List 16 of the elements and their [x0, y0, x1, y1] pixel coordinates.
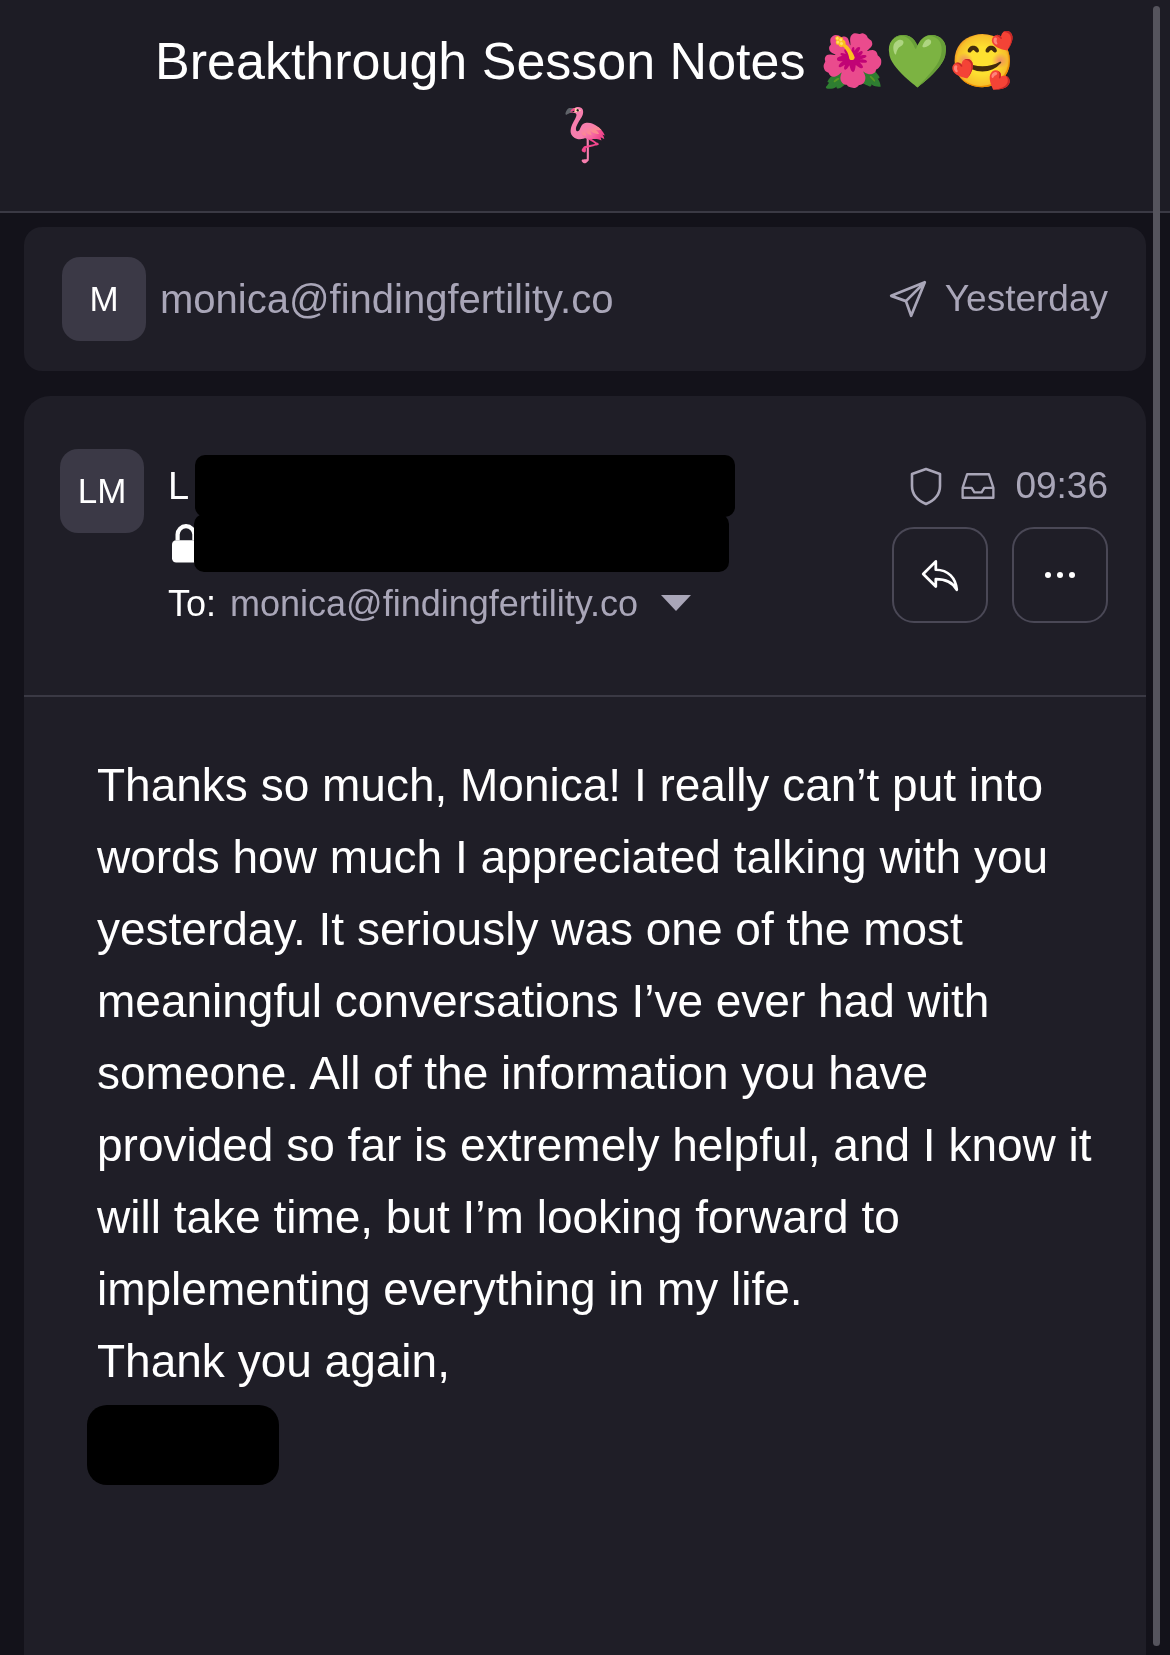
scrollbar[interactable]	[1153, 6, 1160, 1646]
sender-name: L	[168, 464, 190, 508]
time: 09:36	[1015, 465, 1108, 507]
email-subject: Breakthrough Sesson Notes 🌺💚🥰 🦩	[154, 30, 1016, 166]
reply-button[interactable]	[892, 527, 988, 623]
avatar: LM	[60, 449, 144, 533]
caret-icon[interactable]	[660, 595, 693, 613]
avatar: M	[62, 257, 146, 341]
thread-item[interactable]: M monica@findingfertility.co Yesterday	[24, 227, 1146, 371]
recipient-address: monica@findingfertility.co	[230, 583, 639, 625]
sender-address: monica@findingfertility.co	[160, 276, 615, 322]
sent-date: Yesterday	[944, 278, 1108, 320]
message-paragraph: Thank you again,	[97, 1334, 451, 1389]
to-label: To:	[168, 583, 217, 625]
reply-icon	[919, 557, 961, 593]
message-paragraph: Thanks so much, Monica! I really can’t put into words how much I appreciated talking with you yesterday. It seriously was one of the most meaningful conversations I’ve ever had with someone. All of the information you have provided so far is extremely helpful, and I know it will take time, but I’m looking forward to implementing everything in my life.	[97, 758, 1093, 1317]
